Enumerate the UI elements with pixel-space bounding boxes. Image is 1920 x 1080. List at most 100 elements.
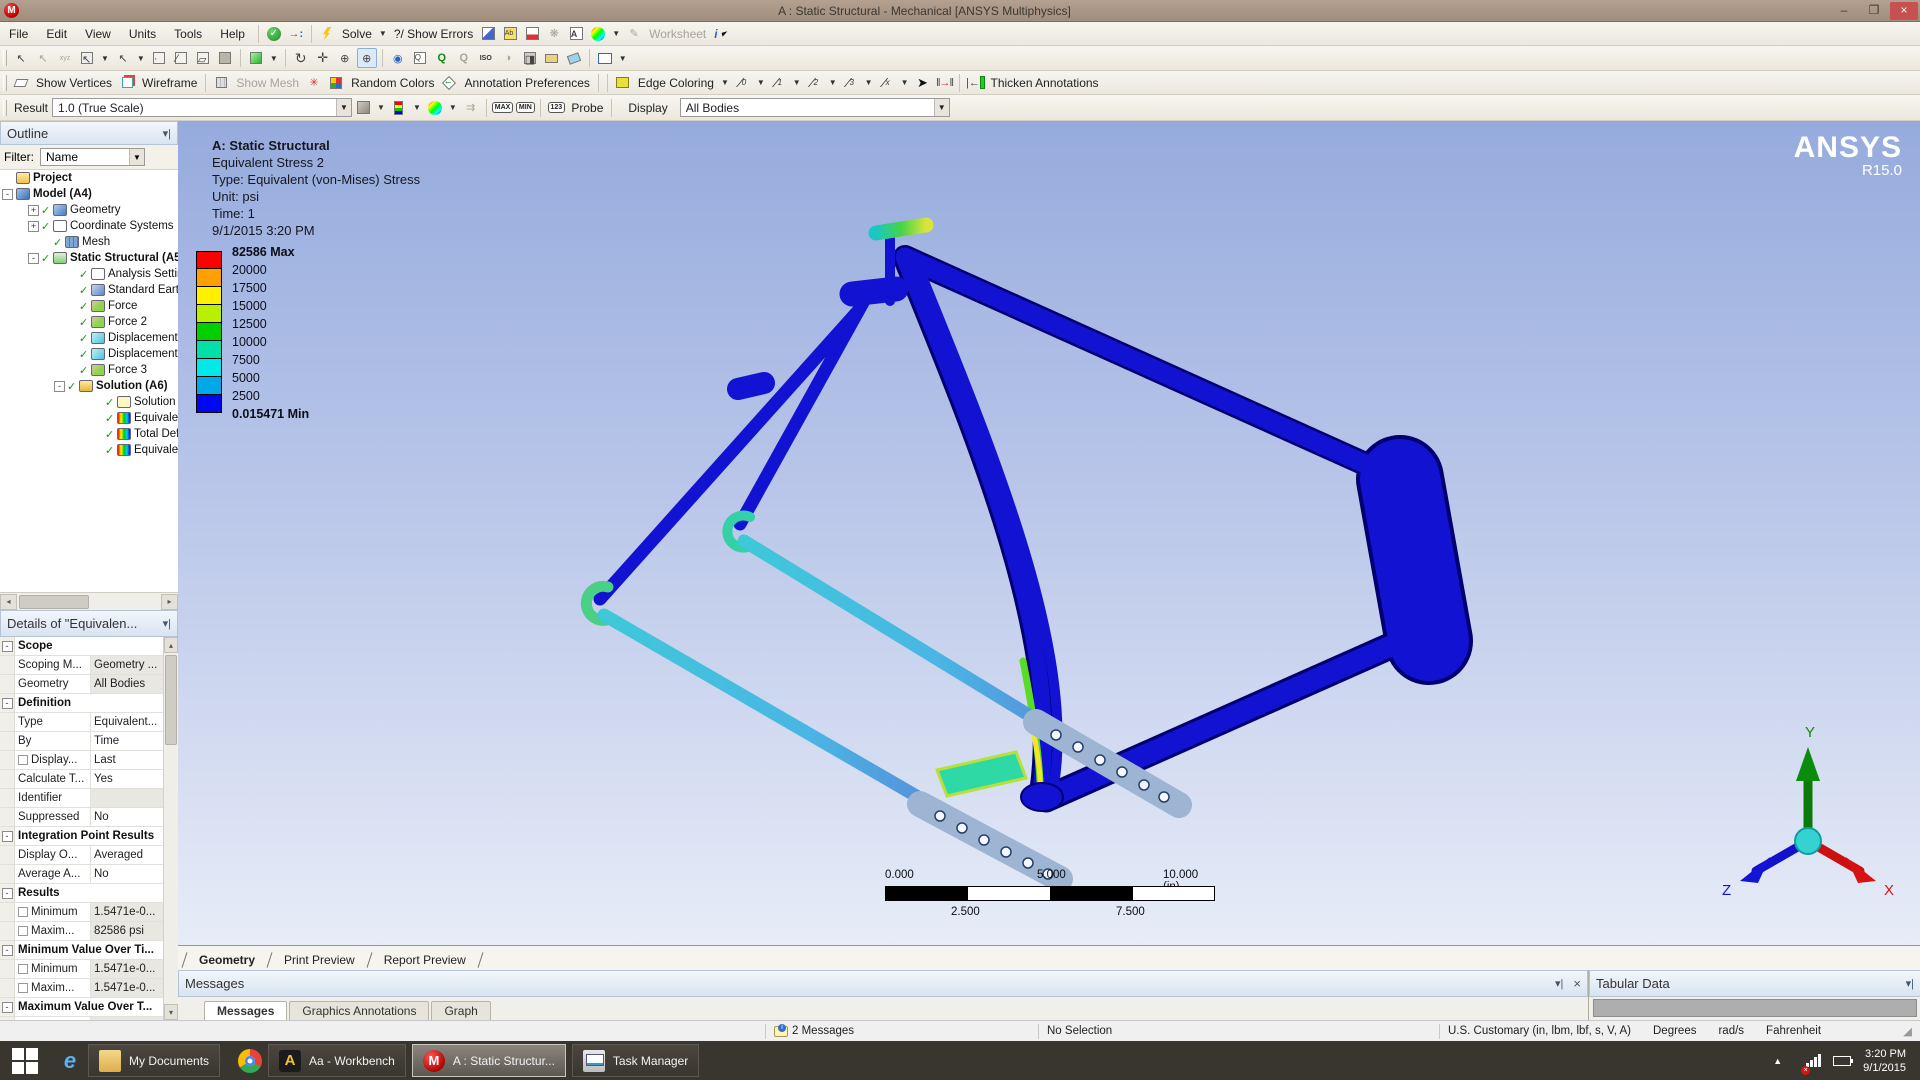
details-section[interactable]: -Integration Point Results — [0, 827, 163, 846]
start-button[interactable] — [12, 1048, 38, 1074]
tree-item-displacement-2[interactable]: ✓Displacement 2 — [0, 346, 178, 362]
worksheet-button[interactable]: Worksheet — [645, 27, 710, 41]
ruler-icon[interactable] — [542, 48, 562, 68]
menu-units[interactable]: Units — [120, 24, 165, 44]
details-row[interactable]: Calculate T...Yes — [0, 770, 163, 789]
tree-item-earth-gravity[interactable]: ✓Standard Earth Gravity — [0, 282, 178, 298]
tree-item-model[interactable]: -Model (A4) — [0, 186, 178, 202]
next-view-icon[interactable]: Q — [454, 48, 474, 68]
coordinate-triad[interactable]: Y X Z — [1708, 719, 1908, 909]
magnifier-window-icon[interactable]: Q — [410, 48, 430, 68]
messages-close-icon[interactable]: × — [1573, 976, 1581, 991]
expand-toggle[interactable]: + — [28, 221, 39, 232]
details-row[interactable]: GeometryAll Bodies — [0, 675, 163, 694]
expand-toggle[interactable]: + — [28, 205, 39, 216]
tree-item-project[interactable]: Project — [0, 170, 178, 186]
coordinates-select-icon[interactable]: xyz — [55, 48, 75, 68]
minimize-button[interactable]: – — [1830, 2, 1858, 20]
tab-graphics-annotations[interactable]: Graphics Annotations — [289, 1001, 429, 1020]
geometry-display-dropdown-icon[interactable]: ▼ — [377, 103, 385, 112]
edge-thicknessx-icon[interactable]: ∕x — [877, 73, 897, 93]
display-combo[interactable]: All Bodies ▼ — [680, 98, 950, 117]
thicken-annotations-button[interactable]: Thicken Annotations — [986, 76, 1102, 90]
outline-pin-icon[interactable]: ▾| — [163, 127, 171, 140]
select-mode-icon[interactable]: ↖ — [77, 48, 97, 68]
box-zoom-icon[interactable]: ⊕ — [357, 48, 377, 68]
filter-combo[interactable]: Name ▼ — [40, 148, 145, 166]
close-button[interactable]: × — [1890, 2, 1918, 20]
chrome-icon[interactable] — [238, 1049, 262, 1073]
tree-item-force-3[interactable]: ✓Force 3 — [0, 362, 178, 378]
details-row[interactable]: Maxim...1.5471e-0... — [0, 979, 163, 998]
contour-dropdown-icon[interactable]: ▼ — [612, 29, 620, 38]
tree-item-solution-information[interactable]: ✓Solution Information — [0, 394, 178, 410]
status-rate-unit[interactable]: rad/s — [1718, 1025, 1744, 1037]
details-row[interactable]: Average A...No — [0, 865, 163, 884]
tree-item-analysis-settings[interactable]: ✓Analysis Settings — [0, 266, 178, 282]
taskbar-mechanical[interactable]: M A : Static Structur... — [412, 1044, 566, 1077]
details-section[interactable]: -Minimum Value Over Ti... — [0, 941, 163, 960]
scroll-up-icon[interactable]: ▴ — [164, 637, 178, 653]
checkbox-icon[interactable] — [18, 755, 28, 765]
details-row[interactable]: Display O...Averaged — [0, 846, 163, 865]
select-cursor-icon[interactable]: ↖ — [113, 48, 133, 68]
menu-tools[interactable]: Tools — [165, 24, 211, 44]
black-pin-icon[interactable]: ➤ — [912, 73, 932, 93]
details-row[interactable]: TypeEquivalent... — [0, 713, 163, 732]
checkbox-icon[interactable] — [18, 983, 28, 993]
contour-bands-icon[interactable] — [389, 98, 409, 118]
pen0-dropdown-icon[interactable]: ▼ — [757, 78, 765, 87]
annotation-text-icon[interactable]: A — [566, 24, 586, 44]
previous-view-icon[interactable]: Q — [432, 48, 452, 68]
menu-help[interactable]: Help — [211, 24, 254, 44]
scroll-left-icon[interactable]: ◂ — [0, 594, 17, 610]
extend-selection-icon[interactable] — [246, 48, 266, 68]
solve-status-icon[interactable]: ✓ — [264, 24, 284, 44]
show-mesh-button[interactable]: Show Mesh — [232, 76, 303, 90]
tree-item-total-deformation[interactable]: ✓Total Deformation — [0, 426, 178, 442]
probe-button[interactable]: Probe — [567, 101, 607, 115]
details-row[interactable]: Minimum1.5471e-0... — [0, 903, 163, 922]
extend-dropdown-icon[interactable]: ▼ — [270, 54, 278, 63]
edge-coloring-dropdown-icon[interactable]: ▼ — [721, 78, 729, 87]
edge-thickness1-icon[interactable]: ∕1 — [769, 73, 789, 93]
select-vertices-icon[interactable]: · — [149, 48, 169, 68]
new-chart-icon[interactable]: Ab — [500, 24, 520, 44]
details-section[interactable]: -Definition — [0, 694, 163, 713]
details-row[interactable]: Display...Last — [0, 751, 163, 770]
pen3-dropdown-icon[interactable]: ▼ — [865, 78, 873, 87]
taskbar-my-documents[interactable]: My Documents — [88, 1044, 220, 1077]
min-annotation-icon[interactable]: MIN — [515, 98, 535, 118]
penx-dropdown-icon[interactable]: ▼ — [901, 78, 909, 87]
collapse-toggle[interactable]: - — [2, 189, 13, 200]
tree-item-static-structural[interactable]: -✓Static Structural (A5) — [0, 250, 178, 266]
zoom-icon[interactable]: ⊕ — [335, 48, 355, 68]
manage-views-icon[interactable]: ◨ — [520, 48, 540, 68]
comment-icon[interactable]: ❋ — [544, 24, 564, 44]
checkbox-icon[interactable] — [18, 964, 28, 974]
taskbar-clock[interactable]: 3:20 PM 9/1/2015 — [1863, 1047, 1906, 1075]
tree-item-force[interactable]: ✓Force — [0, 298, 178, 314]
status-units[interactable]: U.S. Customary (in, lbm, lbf, s, V, A) D… — [1440, 1025, 1829, 1037]
network-icon[interactable] — [1806, 1054, 1821, 1067]
details-row[interactable]: Minimum1.5471e-0... — [0, 960, 163, 979]
rotate-icon[interactable]: ↻ — [291, 48, 311, 68]
menu-edit[interactable]: Edit — [37, 24, 76, 44]
tag-icon[interactable] — [564, 48, 584, 68]
tree-item-geometry[interactable]: +✓Geometry — [0, 202, 178, 218]
viewports-icon[interactable] — [595, 48, 615, 68]
checkbox-icon[interactable] — [18, 907, 28, 917]
tree-item-equivalent-stress[interactable]: ✓Equivalent Stress — [0, 410, 178, 426]
tree-item-force-2[interactable]: ✓Force 2 — [0, 314, 178, 330]
select-bodies-icon[interactable] — [215, 48, 235, 68]
tabular-pin-icon[interactable]: ▾| — [1906, 977, 1914, 990]
axis-star-icon[interactable]: ✳ — [304, 73, 324, 93]
expand-edges-icon[interactable]: ‖→‖ — [934, 73, 954, 93]
contour-sphere-icon[interactable] — [588, 24, 608, 44]
collapse-toggle[interactable]: - — [54, 381, 65, 392]
menu-file[interactable]: File — [0, 24, 37, 44]
collapse-toggle[interactable]: - — [28, 253, 39, 264]
select-cursor-dropdown-icon[interactable]: ▼ — [137, 54, 145, 63]
solve-icon[interactable] — [317, 24, 337, 44]
messages-pin-icon[interactable]: ▾| — [1555, 977, 1563, 990]
